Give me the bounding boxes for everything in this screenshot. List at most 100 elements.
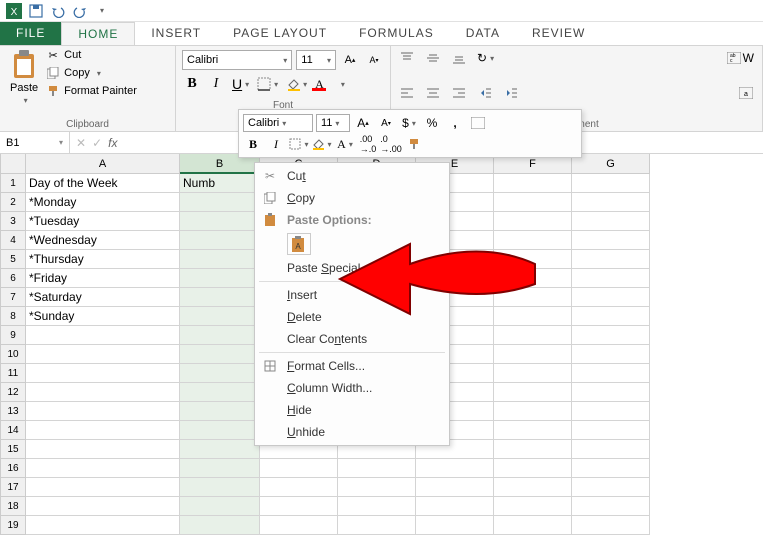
font-name-combo[interactable]: Calibri▾: [182, 50, 292, 70]
row-header[interactable]: 7: [0, 288, 26, 307]
row-header[interactable]: 5: [0, 250, 26, 269]
format-painter-button[interactable]: Format Painter: [46, 84, 137, 98]
tab-data[interactable]: DATA: [450, 22, 516, 45]
decrease-font-icon[interactable]: A▾: [376, 114, 396, 132]
cell[interactable]: [572, 383, 650, 402]
cell[interactable]: [494, 212, 572, 231]
cell[interactable]: [494, 516, 572, 535]
cell[interactable]: [572, 326, 650, 345]
cell[interactable]: [180, 497, 260, 516]
align-bottom-icon[interactable]: [449, 48, 469, 68]
borders-button[interactable]: ▾: [255, 74, 280, 94]
cell[interactable]: *Wednesday: [26, 231, 180, 250]
cell[interactable]: [180, 383, 260, 402]
cell[interactable]: [572, 269, 650, 288]
cell[interactable]: [494, 326, 572, 345]
cell[interactable]: *Thursday: [26, 250, 180, 269]
row-header[interactable]: 16: [0, 459, 26, 478]
cell[interactable]: *Tuesday: [26, 212, 180, 231]
tab-file[interactable]: FILE: [0, 22, 61, 45]
cell[interactable]: [572, 345, 650, 364]
cell[interactable]: [494, 193, 572, 212]
cell[interactable]: [572, 459, 650, 478]
cell[interactable]: [180, 440, 260, 459]
cell[interactable]: [26, 459, 180, 478]
row-header[interactable]: 14: [0, 421, 26, 440]
mini-format-painter[interactable]: [404, 135, 424, 153]
cell[interactable]: [572, 516, 650, 535]
row-header[interactable]: 10: [0, 345, 26, 364]
cell[interactable]: [26, 326, 180, 345]
cell[interactable]: [180, 364, 260, 383]
row-header[interactable]: 8: [0, 307, 26, 326]
cell[interactable]: [180, 516, 260, 535]
cell[interactable]: [416, 459, 494, 478]
row-header[interactable]: 6: [0, 269, 26, 288]
cell[interactable]: [260, 516, 338, 535]
cell[interactable]: [260, 478, 338, 497]
menu-paste-special[interactable]: Paste Special...: [255, 257, 449, 279]
increase-font-icon[interactable]: A▴: [340, 50, 360, 70]
cell[interactable]: [26, 516, 180, 535]
tab-insert[interactable]: INSERT: [135, 22, 217, 45]
cell[interactable]: *Monday: [26, 193, 180, 212]
mini-bold[interactable]: B: [243, 135, 263, 153]
orientation-icon[interactable]: ↻▾: [475, 48, 496, 68]
row-header[interactable]: 15: [0, 440, 26, 459]
menu-column-width[interactable]: Column Width...: [255, 377, 449, 399]
cell[interactable]: [494, 364, 572, 383]
increase-indent-icon[interactable]: [501, 83, 521, 103]
cell[interactable]: [494, 231, 572, 250]
tab-formulas[interactable]: FORMULAS: [343, 22, 450, 45]
cell[interactable]: [26, 440, 180, 459]
cell[interactable]: [180, 212, 260, 231]
customize-qat-icon[interactable]: ▾: [94, 3, 110, 19]
mini-font-color[interactable]: A▾: [335, 135, 355, 153]
cell[interactable]: [494, 288, 572, 307]
cell[interactable]: [180, 345, 260, 364]
cell[interactable]: [572, 307, 650, 326]
percent-format-icon[interactable]: %: [422, 114, 442, 132]
decrease-decimal-icon[interactable]: .0→.00: [381, 135, 401, 153]
cell[interactable]: [180, 231, 260, 250]
cell[interactable]: [572, 440, 650, 459]
comma-format-icon[interactable]: ,: [445, 114, 465, 132]
mini-font-combo[interactable]: Calibri ▾: [243, 114, 313, 132]
cell[interactable]: [180, 307, 260, 326]
menu-insert[interactable]: Insert: [255, 284, 449, 306]
font-size-combo[interactable]: 11▾: [296, 50, 336, 70]
cell[interactable]: [26, 364, 180, 383]
bold-button[interactable]: B: [182, 74, 202, 94]
cell[interactable]: [494, 478, 572, 497]
fill-color-button[interactable]: ▾: [284, 74, 309, 94]
paste-button[interactable]: Paste ▾: [6, 48, 42, 107]
increase-font-icon[interactable]: A▴: [353, 114, 373, 132]
cell[interactable]: [416, 478, 494, 497]
copy-button[interactable]: Copy ▾: [46, 66, 137, 80]
cell[interactable]: *Saturday: [26, 288, 180, 307]
enter-icon[interactable]: ✓: [92, 136, 102, 150]
fx-icon[interactable]: fx: [108, 136, 117, 150]
menu-cut[interactable]: ✂ Cut: [255, 165, 449, 187]
cell[interactable]: Day of the Week: [26, 174, 180, 193]
row-header[interactable]: 17: [0, 478, 26, 497]
tab-review[interactable]: REVIEW: [516, 22, 601, 45]
cell[interactable]: [26, 383, 180, 402]
row-header[interactable]: 9: [0, 326, 26, 345]
italic-button[interactable]: I: [206, 74, 226, 94]
cell[interactable]: [572, 212, 650, 231]
row-header[interactable]: 11: [0, 364, 26, 383]
cell[interactable]: [494, 459, 572, 478]
cell[interactable]: [26, 345, 180, 364]
cell[interactable]: [416, 516, 494, 535]
cell[interactable]: [180, 326, 260, 345]
cell[interactable]: [180, 250, 260, 269]
cell[interactable]: *Friday: [26, 269, 180, 288]
cell[interactable]: [494, 250, 572, 269]
cell[interactable]: [26, 478, 180, 497]
cut-button[interactable]: ✂ Cut: [46, 48, 137, 62]
cell[interactable]: [572, 497, 650, 516]
align-right-icon[interactable]: [449, 83, 469, 103]
merge-icon[interactable]: [468, 114, 488, 132]
font-color-button[interactable]: A▾: [313, 74, 347, 94]
